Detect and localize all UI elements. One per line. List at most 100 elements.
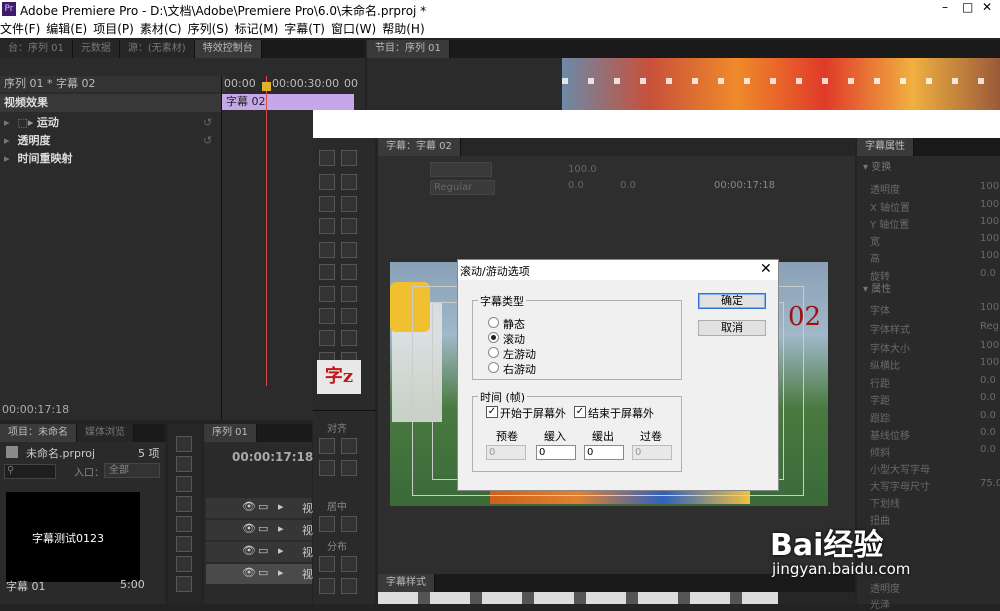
arc-tool-icon[interactable] (341, 330, 357, 346)
menu-sequence[interactable]: 序列(S) (188, 18, 235, 37)
track-row-1[interactable]: 👁 ▭ ▸ 视 (206, 498, 313, 518)
tab-source-seq[interactable]: 台：序列 01 (0, 40, 73, 58)
prop-value[interactable]: 75.0 (980, 478, 1000, 489)
radio-crawl-left[interactable] (488, 347, 499, 358)
eye-icon[interactable]: 👁 (242, 522, 256, 535)
prop-value[interactable]: 100. (980, 250, 1000, 261)
ripple-edit-icon[interactable] (176, 476, 192, 492)
area-type-tool-icon[interactable] (319, 196, 335, 212)
pen-tool-icon[interactable] (319, 242, 335, 258)
menu-clip[interactable]: 素材(C) (140, 18, 188, 37)
select-tool-icon[interactable] (319, 150, 335, 166)
type-tool-icon[interactable] (319, 174, 335, 190)
reset-icon[interactable]: ↺ (203, 134, 212, 147)
ease-in-input[interactable]: 0 (536, 445, 576, 460)
pen-tool-icon[interactable] (176, 556, 192, 572)
wedge-tool-icon[interactable] (319, 330, 335, 346)
eye-icon[interactable]: 👁 (242, 500, 256, 513)
tab-title-editor[interactable]: 字幕：字幕 02 (378, 138, 461, 156)
distribute-middle-icon[interactable] (341, 578, 357, 594)
prop-value[interactable]: 0.0 (980, 427, 996, 438)
menu-window[interactable]: 窗口(W) (331, 18, 382, 37)
eye-icon[interactable]: 👁 (242, 544, 256, 557)
add-anchor-icon[interactable] (319, 264, 335, 280)
effect-item-time-remap[interactable]: ▸ 时间重映射 (4, 150, 218, 168)
tab-effect-controls[interactable]: 特效控制台 (194, 40, 262, 58)
vertical-area-type-icon[interactable] (341, 196, 357, 212)
radio-roll[interactable] (488, 332, 499, 343)
cancel-button[interactable]: 取消 (698, 320, 766, 336)
distribute-top-icon[interactable] (341, 556, 357, 572)
distribute-center-icon[interactable] (319, 578, 335, 594)
tab-project[interactable]: 项目：未命名 (0, 424, 77, 442)
menu-help[interactable]: 帮助(H) (382, 18, 430, 37)
close-window-icon[interactable]: ✕ (982, 0, 992, 14)
expand-arrow-icon[interactable]: ▸ (278, 500, 284, 513)
track-row-2[interactable]: 👁 ▭ ▸ 视 (206, 520, 313, 540)
vertical-path-type-icon[interactable] (341, 218, 357, 234)
distribute-left-icon[interactable] (319, 556, 335, 572)
prop-value[interactable]: 0.0 (980, 268, 996, 279)
track-select-icon[interactable] (176, 456, 192, 472)
track-row-4[interactable]: 👁 ▭ ▸ 视 (206, 564, 313, 584)
maximize-icon[interactable]: □ (962, 0, 973, 14)
rounded-rect-tool-icon[interactable] (341, 286, 357, 302)
expand-arrow-icon[interactable]: ▸ (4, 150, 14, 168)
start-offscreen-checkbox[interactable]: ✓ (486, 406, 498, 418)
tab-source[interactable]: 源：(无素材) (119, 40, 195, 58)
preview-title-text[interactable]: 02 (788, 302, 821, 332)
razor-tool-icon[interactable] (176, 516, 192, 532)
kerning-value[interactable]: 0.0 (568, 180, 584, 191)
tab-sequence[interactable]: 序列 01 (204, 424, 257, 442)
rounded-corner-rect-icon[interactable] (341, 308, 357, 324)
delete-anchor-icon[interactable] (341, 242, 357, 258)
prop-value[interactable]: 100. (980, 181, 1000, 192)
prop-value[interactable]: 100. (980, 340, 1000, 351)
menu-file[interactable]: 文件(F) (0, 18, 46, 37)
expand-arrow-icon[interactable]: ▸ (278, 544, 284, 557)
tab-title-styles[interactable]: 字幕样式 (378, 574, 435, 592)
prop-value[interactable]: 100. (980, 302, 1000, 313)
rectangle-tool-icon[interactable] (319, 286, 335, 302)
menu-edit[interactable]: 编辑(E) (46, 18, 93, 37)
center-h-icon[interactable] (319, 516, 335, 532)
prop-value[interactable]: 100. (980, 357, 1000, 368)
group-transform[interactable]: ▾ 变换 (863, 158, 891, 173)
slip-tool-icon[interactable] (176, 536, 192, 552)
vertical-type-tool-icon[interactable] (341, 174, 357, 190)
end-offscreen-checkbox[interactable]: ✓ (574, 406, 586, 418)
prop-value[interactable]: 100. (980, 233, 1000, 244)
rotate-tool-icon[interactable] (341, 150, 357, 166)
editor-timecode[interactable]: 00:00:17:18 (714, 180, 775, 191)
clipped-rect-icon[interactable] (319, 308, 335, 324)
font-family-select[interactable] (430, 162, 492, 177)
effect-item-motion[interactable]: ▸ ⬚▸ 运动 (4, 114, 218, 132)
prop-value[interactable]: Reg (980, 321, 999, 332)
dialog-close-icon[interactable]: ✕ (760, 261, 772, 277)
align-left-icon[interactable] (319, 438, 335, 454)
tab-program[interactable]: 节目：序列 01 (367, 40, 450, 58)
prop-value[interactable]: 0.0 (980, 375, 996, 386)
radio-crawl-right[interactable] (488, 362, 499, 373)
prop-value[interactable]: 0.0 (980, 410, 996, 421)
prop-value[interactable]: 0.0 (980, 444, 996, 455)
selection-tool-icon[interactable] (176, 436, 192, 452)
align-center-h-icon[interactable] (319, 460, 335, 476)
hand-tool-icon[interactable] (176, 576, 192, 592)
menu-marker[interactable]: 标记(M) (235, 18, 285, 37)
track-row-3[interactable]: 👁 ▭ ▸ 视 (206, 542, 313, 562)
radio-still[interactable] (488, 317, 499, 328)
playhead-line[interactable] (266, 76, 267, 386)
path-type-tool-icon[interactable] (319, 218, 335, 234)
sequence-timecode[interactable]: 00:00:17:18 (232, 450, 313, 464)
align-top-icon[interactable] (341, 438, 357, 454)
inlet-select[interactable]: 全部 (104, 463, 160, 478)
tab-media-browser[interactable]: 媒体浏览 (77, 424, 134, 442)
menu-project[interactable]: 项目(P) (93, 18, 140, 37)
title-char-icon[interactable]: 字z (317, 360, 361, 394)
clip-bar[interactable]: 字幕 02 (222, 94, 354, 110)
reset-icon[interactable]: ↺ (203, 116, 212, 129)
expand-arrow-icon[interactable]: ▸ (4, 114, 14, 132)
font-style-select[interactable]: Regular (430, 180, 495, 195)
minimize-icon[interactable]: – (942, 0, 948, 14)
